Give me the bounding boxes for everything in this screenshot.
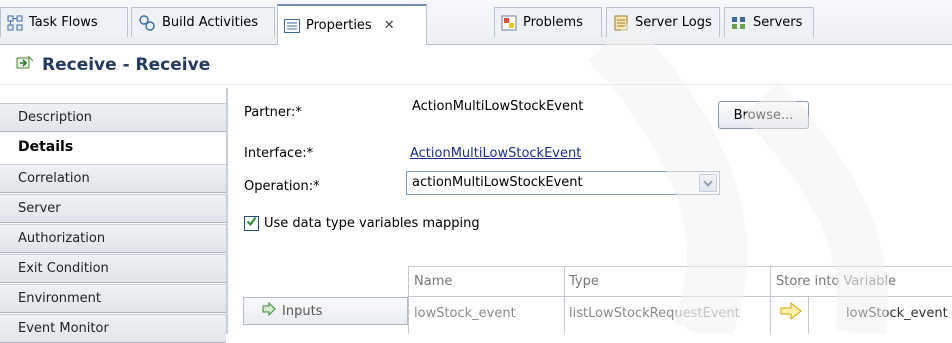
yellow-arrow-icon bbox=[780, 301, 802, 324]
mapping-checkbox-label: Use data type variables mapping bbox=[264, 216, 480, 231]
inputs-label: Inputs bbox=[282, 303, 323, 319]
checkmark-icon bbox=[246, 216, 257, 231]
tab-label: Build Activities bbox=[162, 15, 259, 30]
sidebar-item-label: Server bbox=[18, 201, 61, 216]
operation-label: Operation:* bbox=[244, 179, 320, 194]
column-header-type: Type bbox=[569, 274, 599, 289]
column-header-name: Name bbox=[414, 274, 453, 289]
sidebar-item-label: Environment bbox=[18, 291, 102, 306]
inputs-row-header[interactable]: Inputs bbox=[243, 297, 408, 325]
row-type-value: listLowStockRequestEvent bbox=[569, 306, 740, 321]
tab-problems[interactable]: Problems bbox=[494, 7, 602, 37]
operation-select-value: actionMultiLowStockEvent bbox=[412, 175, 583, 190]
tab-label: Properties bbox=[306, 18, 372, 33]
table-header-divider bbox=[408, 296, 952, 297]
sidebar-item-event-monitor[interactable]: Event Monitor bbox=[0, 314, 226, 343]
sidebar-item-correlation[interactable]: Correlation bbox=[0, 164, 226, 193]
interface-link[interactable]: ActionMultiLowStockEvent bbox=[410, 146, 581, 161]
table-col-divider bbox=[564, 266, 565, 334]
tab-label: Server Logs bbox=[635, 15, 712, 30]
sidebar-divider bbox=[226, 88, 228, 334]
partner-label: Partner:* bbox=[244, 105, 302, 120]
view-tab-bar: Task Flows Build Activities Properties ✕… bbox=[0, 0, 952, 45]
tab-task-flows[interactable]: Task Flows bbox=[0, 7, 128, 37]
servers-icon bbox=[731, 15, 747, 31]
sidebar-item-label: Details bbox=[18, 138, 74, 155]
row-variable-value[interactable]: lowStock_event bbox=[846, 306, 948, 321]
sidebar-item-server[interactable]: Server bbox=[0, 194, 226, 223]
tab-servers[interactable]: Servers bbox=[724, 7, 814, 37]
receive-activity-icon bbox=[16, 55, 34, 75]
inputs-icon bbox=[262, 301, 276, 320]
problems-icon bbox=[501, 15, 517, 31]
partner-value: ActionMultiLowStockEvent bbox=[412, 99, 584, 114]
operation-select[interactable]: actionMultiLowStockEvent bbox=[406, 171, 720, 195]
tab-label: Task Flows bbox=[29, 15, 98, 30]
row-name-value: lowStock_event bbox=[414, 306, 516, 321]
sidebar-item-label: Exit Condition bbox=[18, 261, 109, 276]
sidebar-item-authorization[interactable]: Authorization bbox=[0, 224, 226, 253]
tab-properties[interactable]: Properties ✕ bbox=[277, 4, 427, 45]
build-activities-icon bbox=[138, 14, 156, 32]
mapping-checkbox[interactable] bbox=[244, 216, 259, 231]
properties-sidebar: Description Details Correlation Server A… bbox=[0, 88, 226, 343]
tab-label: Problems bbox=[523, 15, 583, 30]
sidebar-item-label: Correlation bbox=[18, 171, 90, 186]
tab-server-logs[interactable]: Server Logs bbox=[606, 7, 720, 37]
tab-label: Servers bbox=[753, 15, 803, 30]
column-header-store-variable: Store into Variable bbox=[776, 274, 897, 289]
table-col-divider bbox=[808, 297, 809, 334]
sidebar-item-environment[interactable]: Environment bbox=[0, 284, 226, 313]
table-top-border bbox=[408, 266, 952, 267]
table-left-border bbox=[408, 266, 409, 334]
browse-button[interactable]: Browse... bbox=[718, 101, 809, 129]
properties-icon bbox=[284, 18, 300, 33]
sidebar-item-label: Description bbox=[18, 110, 93, 125]
close-icon[interactable]: ✕ bbox=[384, 18, 395, 33]
interface-label: Interface:* bbox=[244, 146, 314, 161]
page-title: Receive - Receive bbox=[42, 54, 211, 75]
properties-title-bar: Receive - Receive bbox=[0, 45, 952, 85]
task-flows-icon bbox=[7, 15, 23, 31]
tab-build-activities[interactable]: Build Activities bbox=[131, 7, 275, 37]
sidebar-item-label: Authorization bbox=[18, 231, 106, 246]
sidebar-item-details[interactable]: Details bbox=[0, 132, 226, 161]
table-col-divider bbox=[770, 266, 771, 334]
server-logs-icon bbox=[613, 15, 629, 31]
chevron-down-icon[interactable] bbox=[699, 174, 717, 192]
sidebar-item-description[interactable]: Description bbox=[0, 103, 226, 132]
sidebar-item-exit-condition[interactable]: Exit Condition bbox=[0, 254, 226, 283]
